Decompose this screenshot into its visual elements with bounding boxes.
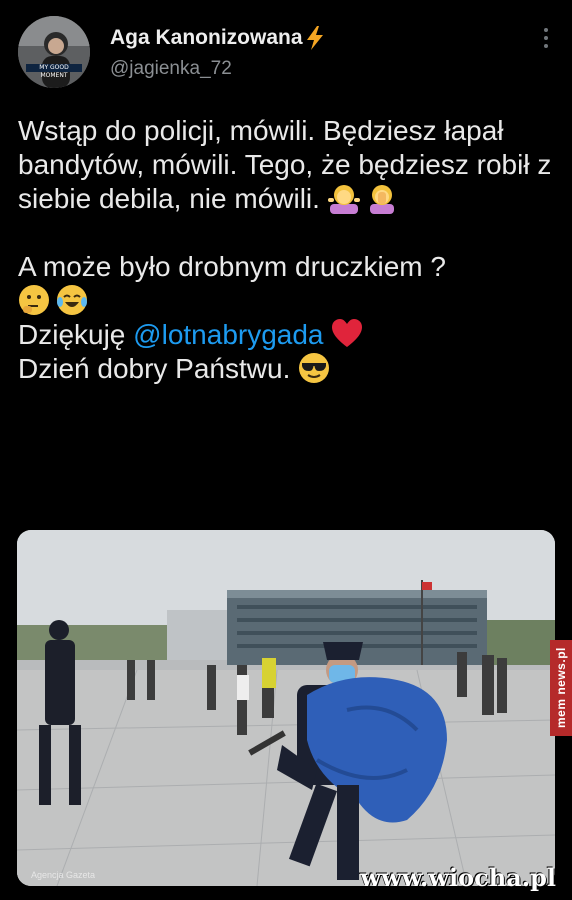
thanks-prefix: Dziękuję <box>18 319 126 350</box>
tweet-closing-line: Dzień dobry Państwu. <box>18 352 558 386</box>
thinking-face-emoji <box>19 285 49 315</box>
avatar-label: MY GOOD MOMENT <box>26 64 82 79</box>
red-heart-emoji <box>332 319 363 347</box>
sunglasses-face-emoji <box>299 353 330 383</box>
tweet-photo[interactable]: Agencja Gazeta <box>17 530 555 886</box>
tweet-question-line: A może było drobnym druczkiem ? <box>18 251 446 282</box>
photo-scene <box>17 530 555 886</box>
more-options-icon[interactable] <box>542 28 550 54</box>
closing-text: Dzień dobry Państwu. <box>18 353 291 384</box>
lightning-bolt-icon <box>306 26 323 50</box>
tweet-thanks-line: Dziękuję @lotnabrygada <box>18 318 558 352</box>
tweet-para1-text: Wstąp do policji, mówili. Będziesz łapał… <box>18 115 552 214</box>
woman-facepalming-emoji <box>369 185 394 214</box>
woman-shrugging-emoji <box>327 185 360 214</box>
photo-credit: Agencja Gazeta <box>31 870 96 880</box>
mention-link[interactable]: @lotnabrygada <box>133 319 323 350</box>
avatar[interactable]: MY GOOD MOMENT <box>18 16 90 88</box>
tears-of-joy-emoji <box>57 285 87 315</box>
site-watermark: www.wiocha.pl <box>360 863 556 892</box>
tweet-text: Wstąp do policji, mówili. Będziesz łapał… <box>18 114 558 386</box>
user-handle[interactable]: @jagienka_72 <box>110 58 232 80</box>
tweet-header: MY GOOD MOMENT Aga Kanonizowana @jagienk… <box>18 16 554 96</box>
display-name[interactable]: Aga Kanonizowana <box>110 26 303 50</box>
tweet-paragraph-1: Wstąp do policji, mówili. Będziesz łapał… <box>18 114 558 216</box>
tweet-emoji-line <box>18 284 558 318</box>
name-row: Aga Kanonizowana <box>110 26 325 50</box>
side-watermark: mem news.pl <box>550 640 572 736</box>
